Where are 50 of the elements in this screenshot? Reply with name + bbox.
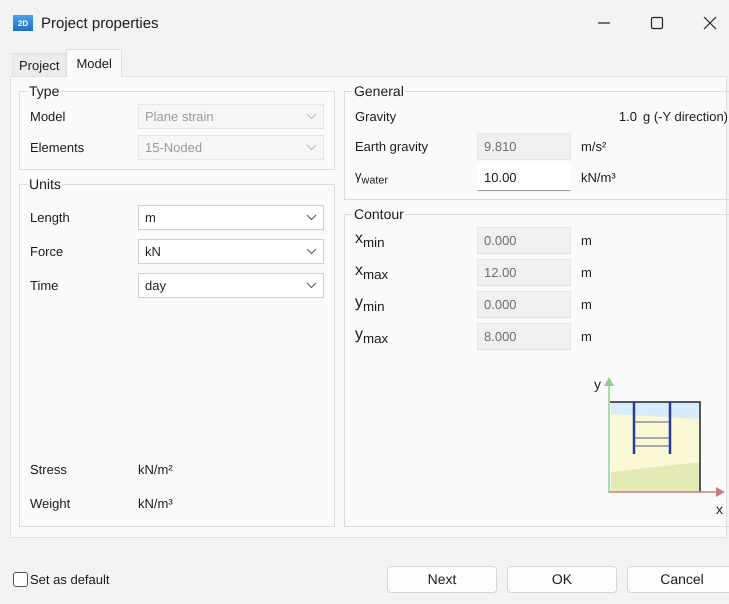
unit-label: m — [581, 296, 592, 312]
axis-label: y — [594, 376, 602, 392]
field-label: x$_{max}$ — [355, 262, 390, 282]
dropdown[interactable]: kN — [138, 238, 324, 264]
chevron-icon — [306, 214, 317, 220]
unit-label: m — [581, 328, 592, 344]
unit-label: m/s² — [581, 139, 606, 154]
maximize-icon[interactable] — [650, 16, 664, 30]
input-field[interactable]: 10.00 — [477, 164, 571, 191]
checkbox-label[interactable]: Set as default — [30, 572, 110, 586]
unit-label: Stress — [30, 462, 68, 476]
dropdown[interactable]: m — [138, 204, 324, 230]
field-label: Model — [30, 109, 66, 124]
dialog-button[interactable]: Next — [387, 566, 497, 592]
unit-label: Weight — [30, 496, 72, 510]
unit-value: kN/m³ — [138, 496, 173, 510]
chevron-icon — [306, 282, 317, 288]
unit-label: g (-Y direction) — [643, 108, 728, 124]
group-title: Units — [28, 176, 62, 192]
tab[interactable]: Model — [66, 49, 122, 77]
tab[interactable]: Project — [12, 53, 66, 76]
chevron-icon — [306, 248, 317, 254]
group-title: General — [353, 83, 405, 99]
dropdown[interactable]: day — [138, 272, 324, 298]
field-label: γ$_{water}$ — [355, 168, 389, 187]
field-label: y$_{min}$ — [355, 294, 386, 314]
app-icon: 2D — [13, 15, 33, 31]
field-label: Elements — [30, 140, 86, 155]
field-label: Time — [30, 278, 60, 292]
close-icon[interactable] — [703, 16, 717, 30]
gravity-value: 1.0 — [618, 108, 637, 124]
unit-value: kN/m² — [138, 462, 173, 476]
unit-label: m — [581, 232, 592, 248]
field-label: y$_{max}$ — [355, 326, 390, 346]
group-title: Contour — [353, 206, 405, 222]
chevron-icon — [306, 113, 317, 120]
unit-label: m — [581, 264, 592, 280]
field-label: Force — [30, 244, 64, 258]
dialog-button[interactable]: Cancel — [627, 566, 729, 592]
unit-label: kN/m³ — [581, 170, 616, 185]
field-label: Earth gravity — [355, 139, 429, 154]
field-label: x$_{min}$ — [355, 230, 386, 250]
window-title: Project properties — [41, 14, 159, 32]
checkbox[interactable] — [13, 572, 28, 586]
axis-label: x — [716, 501, 724, 517]
field-label: Length — [30, 210, 71, 224]
dialog-button[interactable]: OK — [507, 566, 617, 592]
group-title: Type — [28, 83, 60, 99]
field-label: Gravity — [355, 108, 398, 124]
chevron-icon — [306, 144, 317, 151]
